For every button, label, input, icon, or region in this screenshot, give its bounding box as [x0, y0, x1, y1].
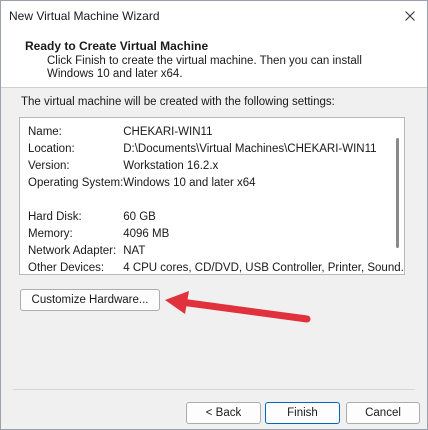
settings-row: Other Devices: 4 CPU cores, CD/DVD, USB … [28, 260, 405, 274]
settings-key: Other Devices: [28, 262, 105, 274]
back-button[interactable]: < Back [186, 402, 261, 424]
settings-value: CHEKARI-WIN11 [123, 126, 213, 138]
vertical-scrollbar[interactable] [396, 138, 399, 248]
settings-key: Name: [28, 126, 62, 138]
settings-row: Location: D:\Documents\Virtual Machines\… [28, 141, 404, 158]
wizard-header: Ready to Create Virtual Machine Click Fi… [1, 31, 427, 88]
settings-value: 4 CPU cores, CD/DVD, USB Controller, Pri… [123, 262, 405, 274]
customize-hardware-button[interactable]: Customize Hardware... [20, 289, 160, 311]
settings-key: Network Adapter: [28, 245, 117, 257]
window-title: New Virtual Machine Wizard [9, 9, 160, 23]
settings-value: Windows 10 and later x64 [123, 177, 256, 189]
footer-divider [13, 389, 415, 390]
intro-text: The virtual machine will be created with… [21, 96, 335, 108]
settings-row: Version: Workstation 16.2.x [28, 158, 404, 175]
settings-value: NAT [123, 245, 146, 257]
settings-value: D:\Documents\Virtual Machines\CHEKARI-WI… [123, 143, 377, 155]
settings-row: Name: CHEKARI-WIN11 [28, 124, 404, 141]
settings-value: 4096 MB [123, 228, 170, 240]
page-description: Click Finish to create the virtual machi… [47, 55, 362, 80]
settings-spacer [28, 192, 404, 209]
wizard-window: New Virtual Machine Wizard Ready to Crea… [0, 0, 428, 430]
settings-row: Network Adapter: NAT [28, 243, 404, 260]
settings-row: Hard Disk: 60 GB [28, 209, 404, 226]
close-icon [405, 11, 415, 21]
title-bar: New Virtual Machine Wizard [1, 1, 427, 31]
close-button[interactable] [393, 1, 427, 31]
settings-value: Workstation 16.2.x [123, 160, 219, 172]
settings-key: Hard Disk: [28, 211, 82, 223]
red-arrow-annotation [165, 291, 311, 323]
settings-key: Version: [28, 160, 70, 172]
finish-button[interactable]: Finish [265, 402, 340, 424]
settings-row: Memory: 4096 MB [28, 226, 404, 243]
cancel-button[interactable]: Cancel [346, 402, 420, 424]
page-title: Ready to Create Virtual Machine [25, 39, 209, 53]
settings-summary-box[interactable]: Name: CHEKARI-WIN11 Location: D:\Documen… [19, 117, 405, 275]
settings-table: Name: CHEKARI-WIN11 Location: D:\Documen… [28, 124, 405, 274]
settings-key: Memory: [28, 228, 73, 240]
settings-key: Operating System: [28, 177, 124, 189]
settings-value: 60 GB [123, 211, 156, 223]
settings-row: Operating System: Windows 10 and later x… [28, 175, 404, 192]
settings-key: Location: [28, 143, 75, 155]
